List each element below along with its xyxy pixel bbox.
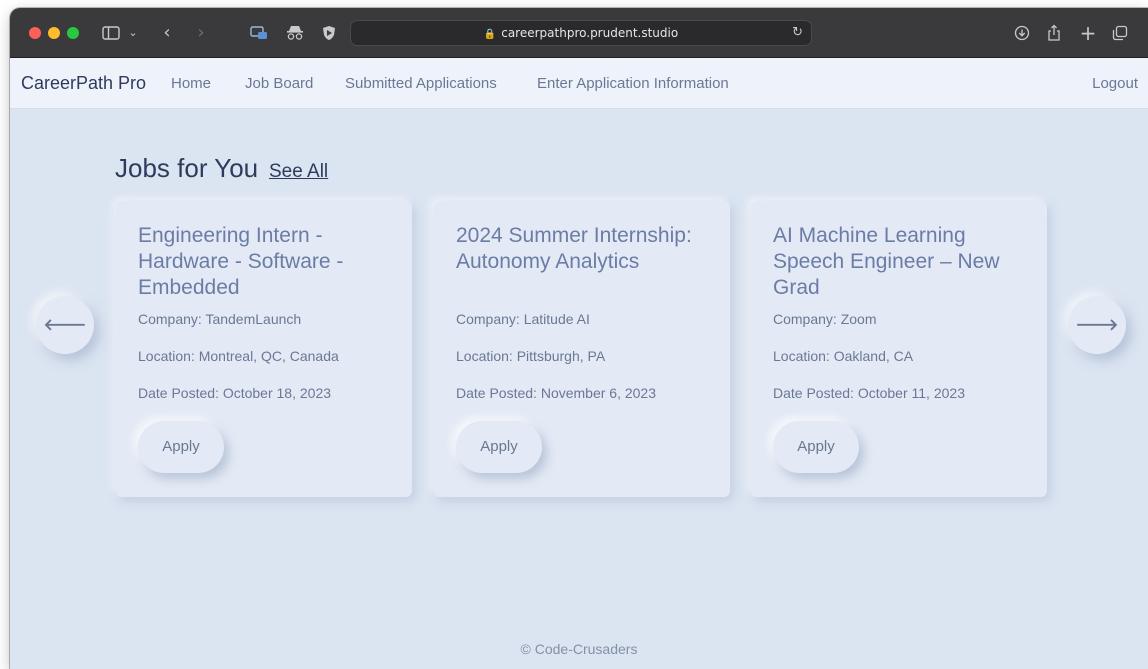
reload-icon[interactable]: ↻ xyxy=(792,21,803,45)
footer-copyright: © Code-Crusaders xyxy=(520,641,638,657)
section-title: Jobs for You xyxy=(115,153,259,183)
app-navbar: CareerPath Pro Home Job Board Submitted … xyxy=(10,58,1148,109)
browser-toolbar: ⌄ ‹ › 🔒 careerpathpro.prudent.studio ↻ + xyxy=(10,8,1148,58)
job-title: Engineering Intern - Hardware - Software… xyxy=(138,224,344,299)
job-card: 2024 Summer Internship: Autonomy Analyti… xyxy=(434,201,730,497)
picture-in-picture-icon[interactable] xyxy=(248,22,270,44)
job-title: 2024 Summer Internship: Autonomy Analyti… xyxy=(456,224,692,273)
nav-home-link[interactable]: Home xyxy=(171,58,211,109)
brand-link[interactable]: CareerPath Pro xyxy=(21,58,146,109)
job-date-posted: Date Posted: November 6, 2023 xyxy=(456,385,657,401)
minimize-window-button[interactable] xyxy=(48,27,60,39)
close-window-button[interactable] xyxy=(29,27,41,39)
chevron-down-icon[interactable]: ⌄ xyxy=(126,22,140,44)
apply-button[interactable]: Apply xyxy=(456,421,542,473)
job-card: Engineering Intern - Hardware - Software… xyxy=(116,201,412,497)
job-date-posted: Date Posted: October 11, 2023 xyxy=(773,385,965,401)
apply-button[interactable]: Apply xyxy=(773,421,859,473)
nav-job-board-link[interactable]: Job Board xyxy=(245,58,313,109)
browser-window: ⌄ ‹ › 🔒 careerpathpro.prudent.studio ↻ +… xyxy=(10,8,1148,669)
tabs-overview-icon[interactable] xyxy=(1110,22,1130,44)
main-content: Jobs for You See All 🡐 Engineering Inter… xyxy=(10,109,1148,669)
logout-link[interactable]: Logout xyxy=(1092,58,1138,109)
lock-icon: 🔒 xyxy=(483,29,497,40)
job-company: Company: Zoom xyxy=(773,311,877,327)
job-location: Location: Oakland, CA xyxy=(773,348,914,364)
carousel-prev-button[interactable]: 🡐 xyxy=(36,296,94,354)
arrow-left-icon: 🡐 xyxy=(43,315,87,334)
apply-button[interactable]: Apply xyxy=(138,421,224,473)
nav-enter-application-link[interactable]: Enter Application Information xyxy=(537,58,729,109)
job-date-posted: Date Posted: October 18, 2023 xyxy=(138,385,332,401)
job-location: Location: Pittsburgh, PA xyxy=(456,348,606,364)
job-location: Location: Montreal, QC, Canada xyxy=(138,348,339,364)
shield-icon[interactable] xyxy=(318,22,340,44)
carousel-next-button[interactable]: 🡒 xyxy=(1068,296,1126,354)
nav-submitted-applications-link[interactable]: Submitted Applications xyxy=(345,58,497,109)
see-all-link[interactable]: See All xyxy=(269,161,328,183)
plus-icon[interactable]: + xyxy=(1078,22,1098,44)
job-company: Company: TandemLaunch xyxy=(138,311,302,327)
chevron-right-icon[interactable]: › xyxy=(192,22,210,44)
url-text: careerpathpro.prudent.studio xyxy=(501,26,679,40)
download-icon[interactable] xyxy=(1012,22,1032,44)
share-icon[interactable] xyxy=(1044,22,1064,44)
incognito-icon[interactable] xyxy=(284,22,306,44)
job-card: AI Machine Learning Speech Engineer – Ne… xyxy=(751,201,1047,497)
maximize-window-button[interactable] xyxy=(67,27,79,39)
sidebar-icon[interactable] xyxy=(100,22,122,44)
job-company: Company: Latitude AI xyxy=(456,311,590,327)
chevron-left-icon[interactable]: ‹ xyxy=(158,22,176,44)
job-title: AI Machine Learning Speech Engineer – Ne… xyxy=(773,224,1000,299)
arrow-right-icon: 🡒 xyxy=(1075,315,1119,334)
address-bar[interactable]: 🔒 careerpathpro.prudent.studio ↻ xyxy=(350,20,812,46)
